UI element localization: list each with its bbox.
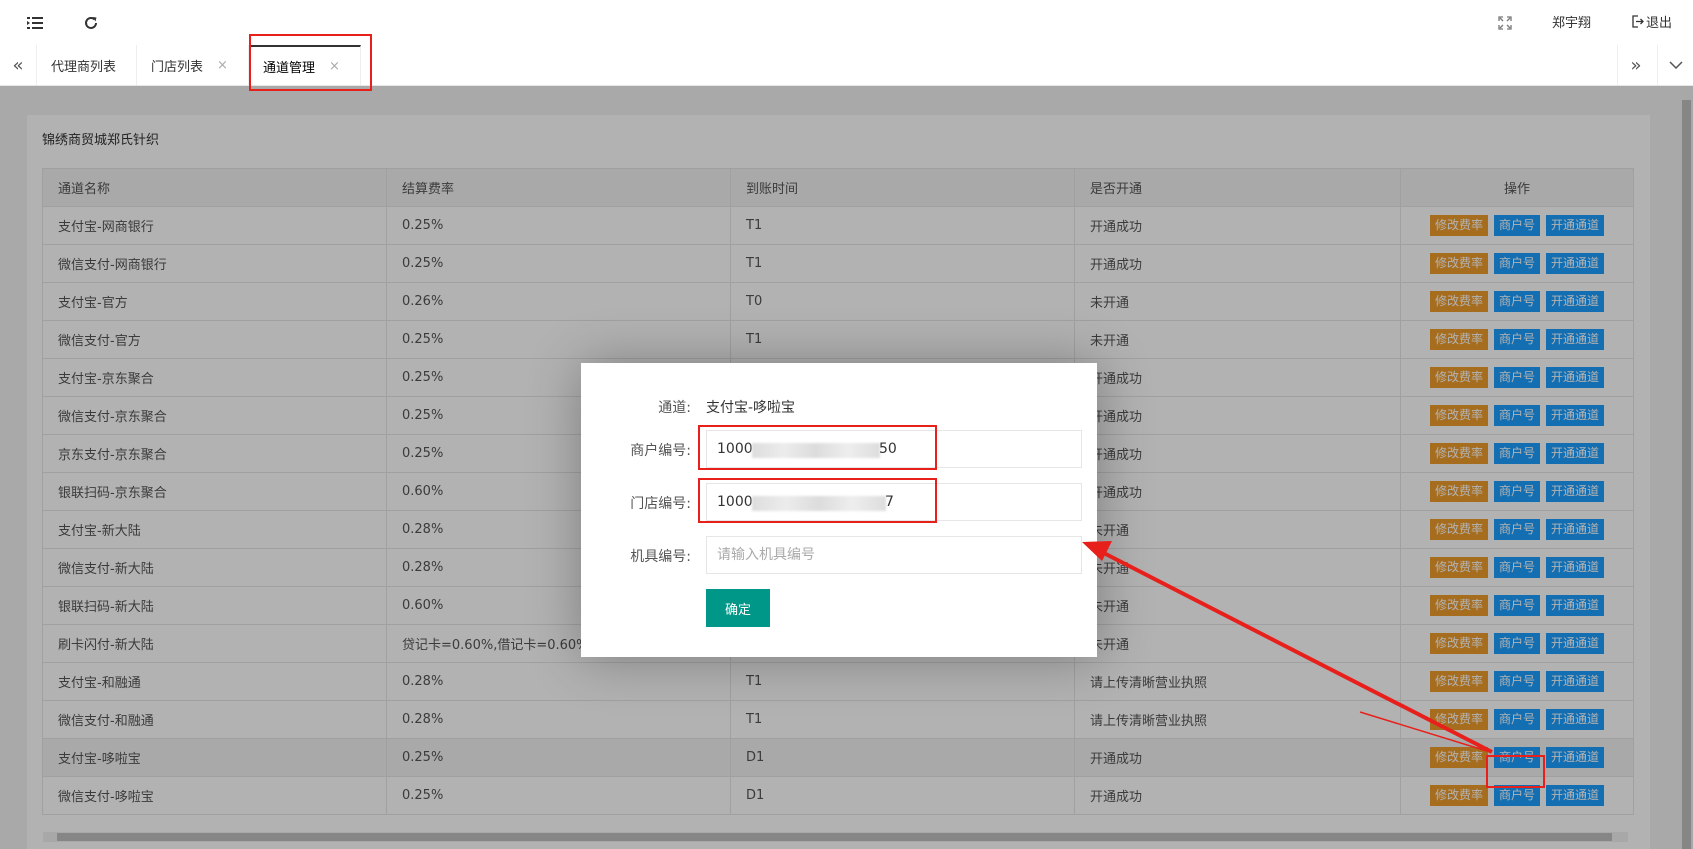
device-label: 机具编号: [630, 549, 691, 565]
tab-channel-management[interactable]: 通道管理 × [249, 45, 361, 85]
tabs-scroll-left-icon[interactable]: « [0, 45, 37, 85]
refresh-icon[interactable] [80, 12, 102, 34]
tab-agent-list[interactable]: 代理商列表 [37, 45, 137, 85]
chevron-down-icon[interactable] [1657, 45, 1693, 85]
store-number-prefix: 1000 [717, 494, 753, 510]
tab-bar: « 代理商列表 门店列表 × 通道管理 × » [0, 45, 1693, 86]
merchant-row: 商户编号: 1000 50 [581, 430, 1097, 468]
close-icon[interactable]: × [217, 58, 228, 73]
channel-label: 通道: [658, 400, 691, 416]
device-row: 机具编号: [581, 536, 1097, 574]
user-name[interactable]: 郑宇翔 [1552, 12, 1591, 31]
redacted-blur [752, 443, 880, 458]
logout-icon [1632, 15, 1644, 28]
merchant-number-dialog: 通道: 支付宝-哆啦宝 商户编号: 1000 50 门店编号: 1000 7 机… [581, 363, 1097, 657]
merchant-number-input[interactable]: 1000 50 [706, 430, 1082, 468]
tabs-scroll-right-icon[interactable]: » [1617, 45, 1654, 85]
merchant-number-prefix: 1000 [717, 441, 753, 457]
top-header: 郑宇翔 退出 [0, 0, 1693, 46]
tab-label: 代理商列表 [51, 59, 117, 75]
tab-label: 通道管理 [263, 60, 316, 76]
channel-row: 通道: 支付宝-哆啦宝 [581, 387, 1097, 425]
merchant-number-suffix: 50 [879, 441, 897, 457]
store-row: 门店编号: 1000 7 [581, 483, 1097, 521]
channel-value: 支付宝-哆啦宝 [706, 400, 796, 416]
store-number-suffix: 7 [885, 494, 894, 510]
tab-label: 门店列表 [151, 59, 204, 75]
logout-label: 退出 [1646, 16, 1673, 31]
redacted-blur [752, 496, 886, 511]
merchant-label: 商户编号: [630, 443, 691, 459]
fullscreen-icon[interactable] [1494, 12, 1516, 34]
confirm-button[interactable]: 确定 [706, 589, 770, 627]
close-icon[interactable]: × [329, 59, 340, 74]
store-label: 门店编号: [630, 496, 691, 512]
menu-fold-icon[interactable] [24, 12, 46, 34]
tab-store-list[interactable]: 门店列表 × [137, 45, 249, 85]
store-number-input[interactable]: 1000 7 [706, 483, 1082, 521]
logout-button[interactable]: 退出 [1632, 12, 1672, 31]
device-number-input[interactable] [706, 536, 1082, 574]
